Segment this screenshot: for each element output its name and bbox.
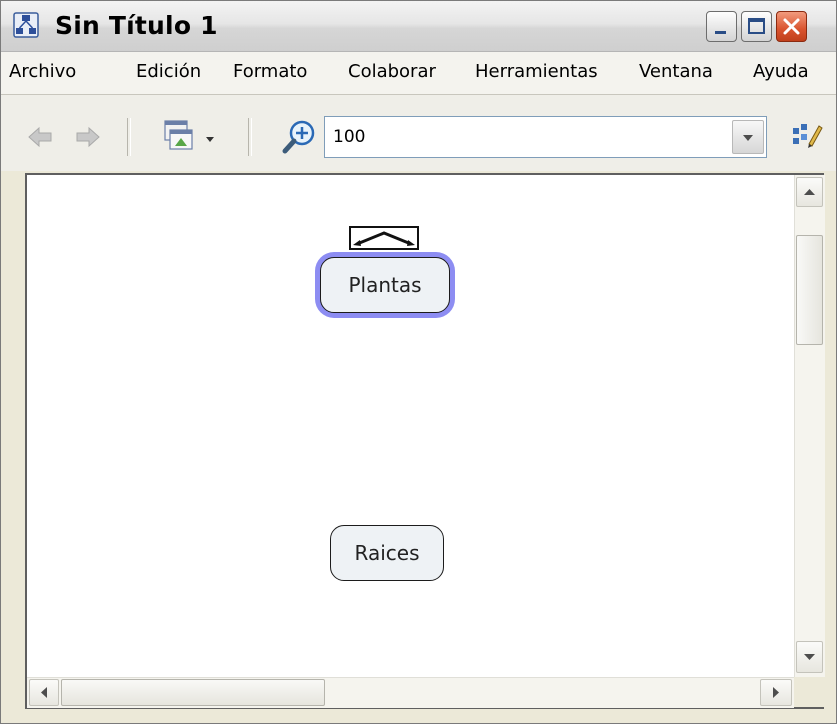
scroll-up-button[interactable] — [796, 177, 823, 207]
application-window: Sin Título 1 Archivo Edición Formato Col… — [0, 0, 837, 724]
link-handle-icon[interactable] — [349, 226, 419, 252]
concept-node-raices[interactable]: Raices — [330, 525, 444, 581]
horizontal-scroll-thumb[interactable] — [61, 679, 325, 706]
menu-bar: Archivo Edición Formato Colaborar Herram… — [1, 52, 836, 95]
concept-node-plantas[interactable]: Plantas — [320, 257, 450, 313]
menu-ayuda[interactable]: Ayuda — [753, 61, 809, 82]
toolbar-separator — [248, 118, 252, 156]
menu-herramientas[interactable]: Herramientas — [475, 61, 598, 82]
forward-arrow-icon[interactable] — [75, 125, 101, 149]
vertical-scroll-thumb[interactable] — [796, 235, 823, 345]
scroll-left-button[interactable] — [29, 679, 59, 706]
title-bar[interactable]: Sin Título 1 — [1, 1, 836, 52]
chevron-down-icon — [804, 654, 815, 660]
menu-edicion[interactable]: Edición — [136, 61, 201, 82]
minimize-icon — [715, 31, 726, 34]
minimize-button[interactable] — [706, 11, 737, 42]
chevron-left-icon — [41, 687, 47, 698]
close-icon — [783, 18, 800, 35]
style-palette-icon[interactable] — [791, 120, 825, 152]
menu-archivo[interactable]: Archivo — [9, 61, 76, 82]
scroll-right-button[interactable] — [760, 679, 792, 706]
toolbar-separator — [127, 118, 131, 156]
maximize-icon — [748, 18, 765, 34]
scroll-down-button[interactable] — [796, 641, 823, 673]
vertical-scrollbar[interactable] — [794, 175, 825, 677]
concept-map-app-icon[interactable] — [13, 12, 39, 38]
view-menu-icon[interactable] — [159, 118, 219, 158]
window-title: Sin Título 1 — [55, 11, 218, 40]
scrollbar-corner — [794, 677, 824, 707]
chevron-down-icon — [743, 135, 753, 141]
menu-formato[interactable]: Formato — [233, 61, 307, 82]
zoom-in-icon[interactable] — [281, 118, 319, 156]
maximize-button[interactable] — [741, 11, 772, 42]
chevron-up-icon — [804, 189, 815, 195]
zoom-value[interactable]: 100 — [333, 127, 365, 147]
close-button[interactable] — [776, 11, 807, 42]
menu-ventana[interactable]: Ventana — [639, 61, 713, 82]
zoom-combobox[interactable]: 100 — [324, 116, 767, 158]
chevron-right-icon — [773, 687, 779, 698]
concept-map-canvas[interactable]: Plantas Raices — [25, 173, 825, 709]
back-arrow-icon[interactable] — [27, 125, 53, 149]
menu-colaborar[interactable]: Colaborar — [348, 61, 436, 82]
zoom-dropdown-button[interactable] — [732, 120, 764, 154]
horizontal-scrollbar[interactable] — [27, 677, 794, 708]
